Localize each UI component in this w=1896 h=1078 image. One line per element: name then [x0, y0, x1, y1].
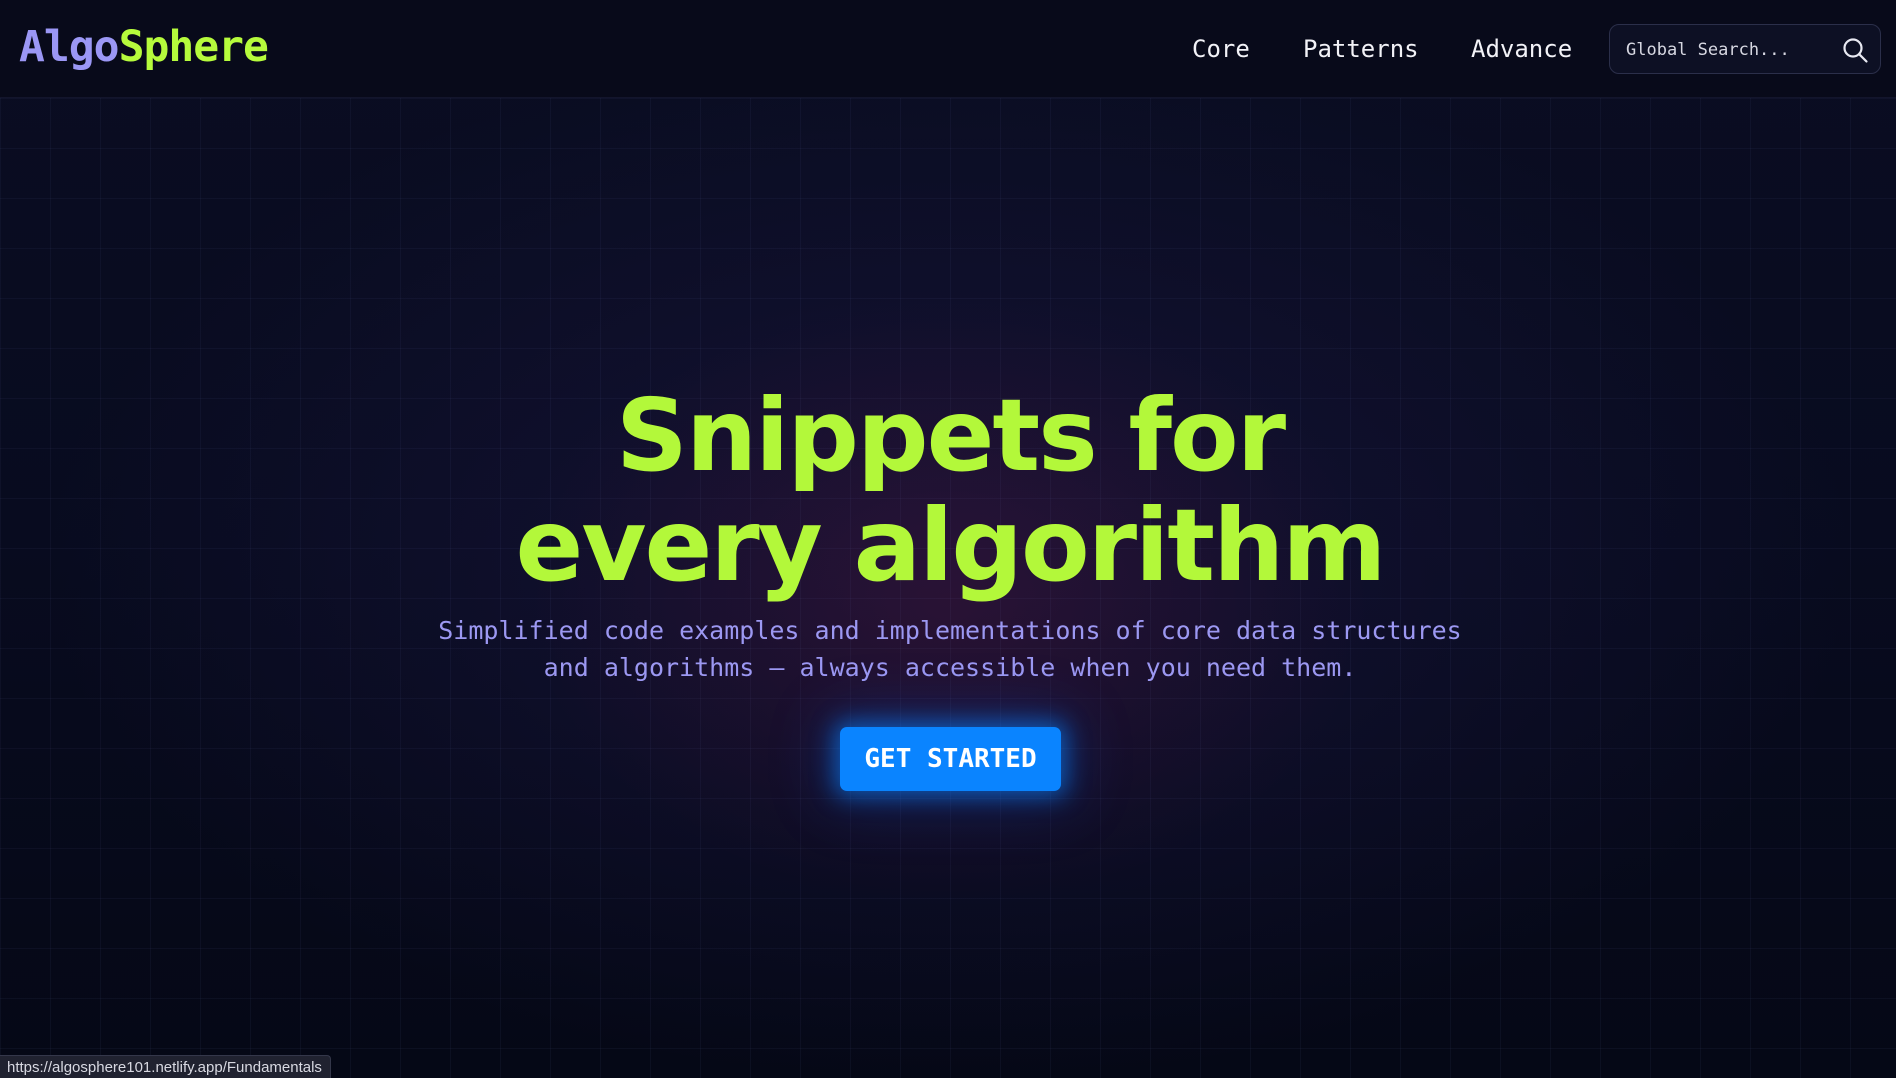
hero-subtitle-line-2: and algorithms — always accessible when …	[543, 653, 1357, 682]
nav-link-advance[interactable]: Advance	[1471, 30, 1572, 68]
search-input[interactable]	[1624, 35, 1828, 65]
global-search	[1609, 24, 1881, 74]
hero-subtitle-line-1: Simplified code examples and implementat…	[438, 616, 1462, 645]
search-icon[interactable]	[1841, 36, 1869, 64]
nav-link-patterns[interactable]: Patterns	[1303, 30, 1419, 68]
logo-text-sphere: Sphere	[118, 22, 269, 72]
nav-link-core[interactable]: Core	[1192, 30, 1250, 68]
top-navbar: AlgoSphere Core Patterns Advance	[0, 0, 1896, 98]
hero-title: Snippets for every algorithm	[0, 381, 1896, 601]
browser-status-url: https://algosphere101.netlify.app/Fundam…	[0, 1055, 331, 1078]
hero-subtitle: Simplified code examples and implementat…	[0, 612, 1896, 686]
get-started-button[interactable]: GET STARTED	[840, 727, 1061, 791]
hero-title-line-1: Snippets for	[615, 377, 1286, 494]
site-logo[interactable]: AlgoSphere	[19, 22, 269, 72]
logo-text-algo: Algo	[19, 22, 120, 72]
hero-title-line-2: every algorithm	[515, 487, 1387, 604]
